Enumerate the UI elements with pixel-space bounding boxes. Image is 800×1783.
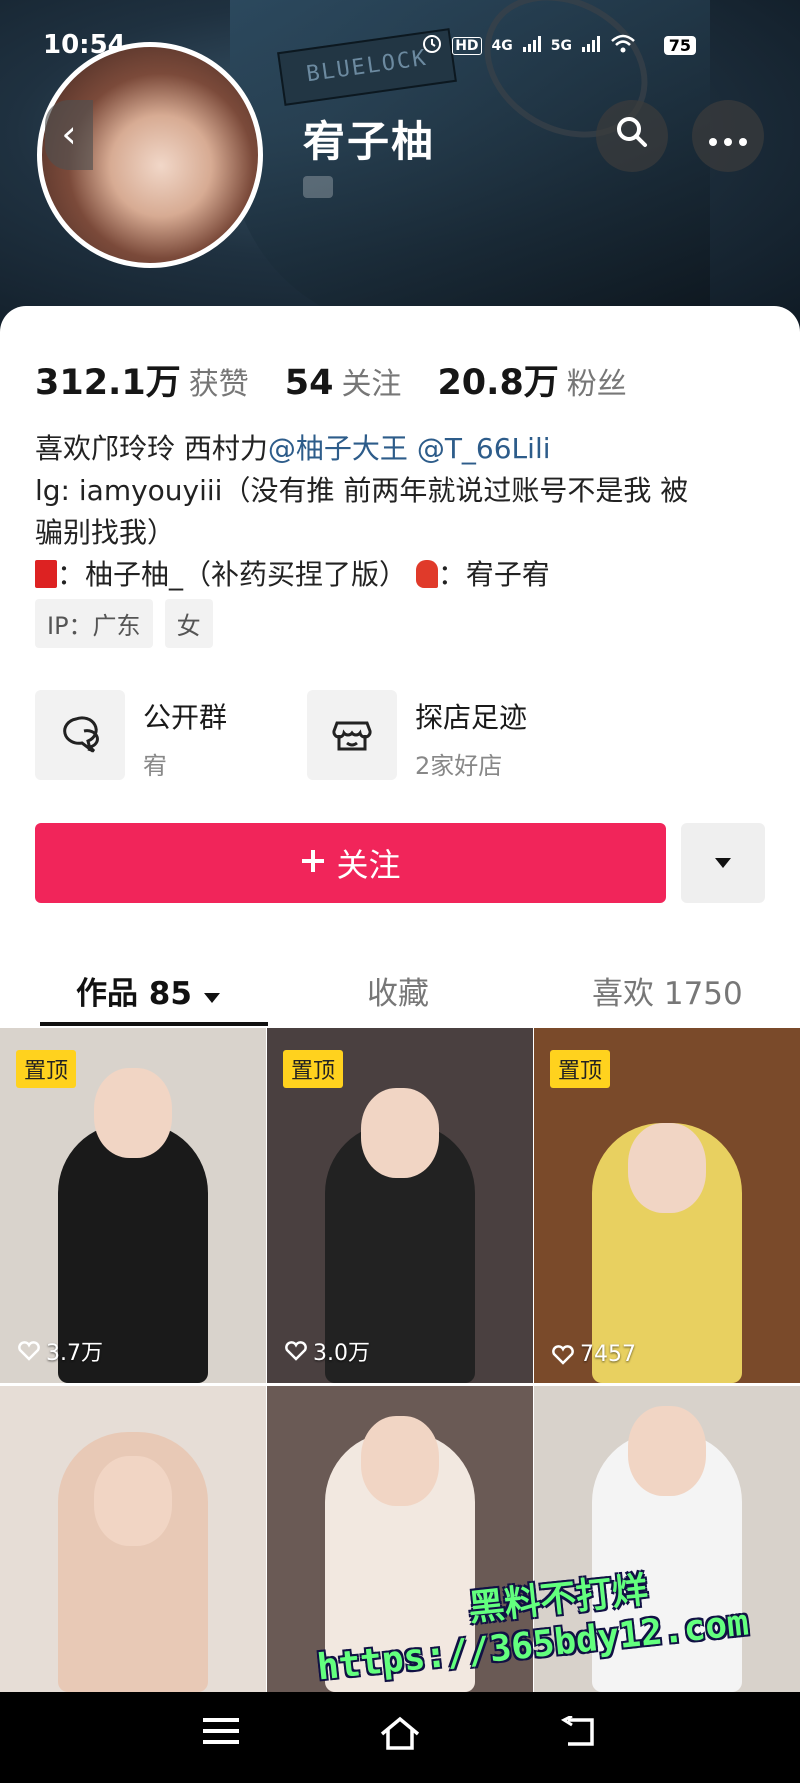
- tab-label: 作品 85: [76, 976, 192, 1012]
- likes-label: 获赞: [188, 367, 249, 402]
- video-likes: 3.7万: [18, 1335, 103, 1367]
- content-tabs: 作品 85 收藏 喜欢 1750: [0, 950, 800, 1028]
- bio-line-3: 骗别找我）: [35, 516, 176, 549]
- status-icons: HD 4G 5G: [422, 34, 692, 58]
- bio-text: ：柚子柚_（补药买捏了版）: [57, 558, 408, 591]
- signal-bars-icon: [522, 36, 541, 56]
- likes-count: 7457: [580, 1342, 636, 1367]
- search-icon: [615, 115, 649, 158]
- plus-icon: [300, 844, 326, 882]
- group-chat-icon: [35, 690, 125, 780]
- video-thumbnail[interactable]: [0, 1386, 266, 1692]
- home-icon[interactable]: [378, 1716, 422, 1756]
- feature-subtitle: 2家好店: [415, 752, 503, 780]
- feature-subtitle: 宥: [143, 752, 167, 780]
- signal-5g: 5G: [550, 38, 572, 54]
- likes-count: 3.0万: [313, 1341, 370, 1366]
- video-likes: 3.0万: [285, 1335, 370, 1367]
- mention-link[interactable]: @T_66Lili: [417, 432, 551, 465]
- bio-line-1: 喜欢邝玲玲 西村力@柚子大王 @T_66Lili: [35, 428, 775, 470]
- caret-down-icon: [203, 976, 221, 1012]
- following-count[interactable]: 54: [285, 363, 334, 403]
- active-tab-indicator: [40, 1022, 268, 1026]
- red-book-icon: [35, 560, 57, 588]
- heart-icon: [18, 1341, 40, 1361]
- thumbnail-face: [628, 1123, 706, 1213]
- pinned-badge: 置顶: [550, 1050, 611, 1088]
- heart-icon: [285, 1341, 307, 1361]
- back-icon[interactable]: [560, 1714, 598, 1752]
- stats-row: 312.1万 获赞 54 关注 20.8万 粉丝: [35, 354, 663, 405]
- more-horizontal-icon: [708, 116, 748, 156]
- follow-button[interactable]: 关注: [35, 823, 666, 903]
- signal-4g: 4G: [491, 38, 513, 54]
- feature-title: 公开群: [143, 701, 228, 734]
- caret-down-icon: [714, 854, 732, 873]
- video-thumbnail[interactable]: 置顶 3.0万: [267, 1028, 533, 1383]
- search-button[interactable]: [596, 100, 668, 172]
- battery-level: 75: [663, 36, 696, 55]
- more-options-dropdown[interactable]: [681, 823, 765, 903]
- followers-label: 粉丝: [566, 367, 627, 402]
- thumbnail-face: [628, 1406, 706, 1496]
- bio-line-4: ：柚子柚_（补药买捏了版） ：宥子宥: [35, 554, 775, 596]
- hd-label: HD: [452, 37, 482, 55]
- account-id-masked: [303, 176, 333, 198]
- video-likes: 7457: [552, 1342, 636, 1367]
- wifi-icon: [610, 34, 636, 58]
- thumbnail-face: [361, 1088, 439, 1178]
- bio: 喜欢邝玲玲 西村力@柚子大王 @T_66Lili lg: iamyouyiii（…: [35, 428, 775, 596]
- followers-count[interactable]: 20.8万: [437, 354, 558, 405]
- more-button[interactable]: [692, 100, 764, 172]
- tab-favorites[interactable]: 收藏: [367, 968, 429, 1013]
- follow-label: 关注: [336, 846, 401, 884]
- gender-tag: 女: [164, 599, 213, 648]
- video-thumbnail[interactable]: 置顶 3.7万: [0, 1028, 266, 1383]
- following-label: 关注: [341, 367, 402, 402]
- store-visits-entry[interactable]: 探店足迹 2家好店: [307, 690, 527, 781]
- profile-card: 312.1万 获赞 54 关注 20.8万 粉丝 喜欢邝玲玲 西村力@柚子大王 …: [0, 306, 800, 1028]
- tab-works[interactable]: 作品 85: [76, 968, 221, 1013]
- feature-title: 探店足迹: [415, 701, 528, 734]
- signal-bars-icon: [582, 36, 600, 56]
- pinned-badge: 置顶: [16, 1050, 77, 1088]
- system-nav-bar: [0, 1692, 800, 1783]
- store-icon: [307, 690, 397, 780]
- video-thumbnail[interactable]: 置顶 7457: [534, 1028, 800, 1383]
- tab-liked[interactable]: 喜欢 1750: [592, 968, 743, 1013]
- thumbnail-face: [361, 1416, 439, 1506]
- chevron-left-icon: ‹: [61, 112, 77, 156]
- profile-tags: IP：广东 女: [35, 599, 213, 648]
- pinned-badge: 置顶: [283, 1050, 344, 1088]
- likes-count: 3.7万: [46, 1341, 103, 1366]
- back-button[interactable]: ‹: [45, 100, 93, 170]
- profile-name: 宥子柚: [303, 117, 436, 166]
- ip-tag: IP：广东: [35, 599, 153, 648]
- thumbnail-face: [94, 1456, 172, 1546]
- alarm-icon: [422, 34, 442, 58]
- thumbnail-face: [94, 1068, 172, 1158]
- mention-link[interactable]: @柚子大王: [268, 432, 408, 465]
- public-group-entry[interactable]: 公开群 宥: [35, 690, 227, 781]
- bio-text: 喜欢邝玲玲 西村力: [35, 432, 268, 465]
- likes-count[interactable]: 312.1万: [35, 354, 181, 405]
- bio-text: ：宥子宥: [437, 558, 550, 591]
- bio-line-2: lg: iamyouyiii（没有推 前两年就说过账号不是我 被: [35, 474, 689, 507]
- menu-icon[interactable]: [203, 1716, 239, 1750]
- heart-icon: [552, 1344, 574, 1365]
- scarf-icon: [415, 560, 438, 588]
